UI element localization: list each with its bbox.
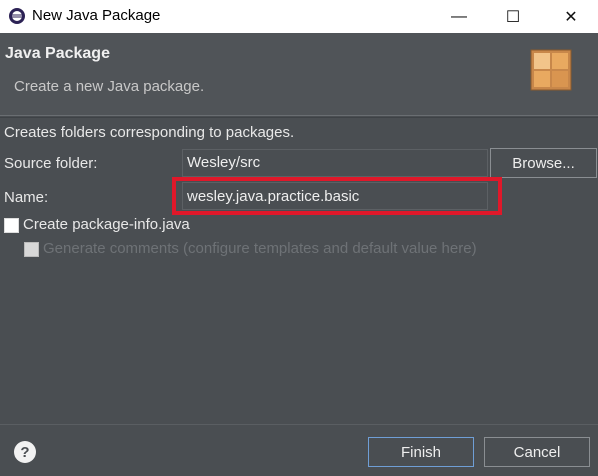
source-folder-field[interactable]: Wesley/src [182, 149, 488, 177]
package-wizard-icon [530, 49, 572, 91]
info-text: Creates folders corresponding to package… [4, 124, 295, 141]
browse-button[interactable]: Browse... [490, 148, 597, 178]
package-name-input[interactable] [182, 182, 488, 210]
header-separator-shadow [0, 117, 598, 118]
source-folder-label: Source folder: [4, 155, 98, 172]
close-button[interactable]: ✕ [548, 0, 594, 33]
generate-comments-label: Generate comments (configure templates a… [43, 240, 477, 257]
eclipse-icon [9, 8, 25, 24]
create-package-info-checkbox[interactable] [4, 218, 19, 233]
help-icon[interactable]: ? [14, 441, 36, 463]
name-label: Name: [4, 189, 49, 206]
create-package-info-label[interactable]: Create package-info.java [23, 216, 190, 233]
cancel-button[interactable]: Cancel [484, 437, 590, 467]
generate-comments-checkbox [24, 242, 39, 257]
page-description: Create a new Java package. [14, 78, 205, 95]
minimize-button[interactable]: — [436, 0, 482, 33]
header-separator [0, 115, 598, 116]
finish-button[interactable]: Finish [368, 437, 474, 467]
title-bar: New Java Package — ☐ ✕ [0, 0, 598, 33]
page-title: Java Package [5, 45, 110, 62]
wizard-header: Java Package Create a new Java package. [0, 33, 598, 115]
maximize-button[interactable]: ☐ [490, 0, 536, 33]
window-title: New Java Package [32, 7, 161, 24]
footer-separator [0, 424, 598, 425]
